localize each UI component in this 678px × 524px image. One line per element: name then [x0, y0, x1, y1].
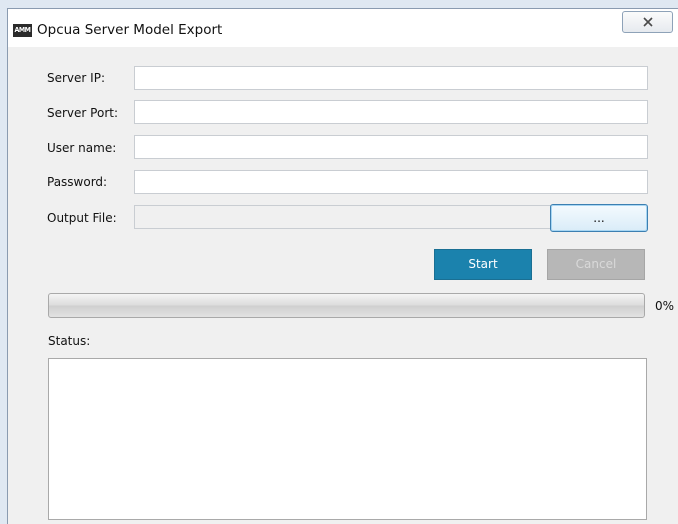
server-ip-label: Server IP: [47, 71, 105, 85]
status-log-textarea[interactable] [48, 358, 647, 520]
browse-output-file-button[interactable]: ... [550, 204, 648, 232]
title-bar[interactable]: AMM Opcua Server Model Export [8, 9, 678, 47]
server-port-label: Server Port: [47, 106, 118, 120]
close-icon [643, 17, 653, 27]
password-label: Password: [47, 175, 108, 189]
progress-bar [48, 293, 645, 318]
server-port-input[interactable] [134, 100, 648, 124]
export-dialog-window: AMM Opcua Server Model Export Server IP:… [7, 8, 678, 524]
user-name-label: User name: [47, 141, 117, 155]
server-ip-input[interactable] [134, 66, 648, 90]
password-input[interactable] [134, 170, 648, 194]
cancel-button[interactable]: Cancel [547, 249, 645, 280]
window-title: Opcua Server Model Export [37, 22, 223, 38]
output-file-input[interactable] [134, 205, 551, 229]
start-button[interactable]: Start [434, 249, 532, 280]
app-logo-icon: AMM [13, 24, 32, 37]
status-label: Status: [48, 334, 91, 348]
close-button[interactable] [622, 11, 673, 33]
user-name-input[interactable] [134, 135, 648, 159]
output-file-label: Output File: [47, 211, 117, 225]
progress-percent-text: 0% [655, 299, 675, 313]
